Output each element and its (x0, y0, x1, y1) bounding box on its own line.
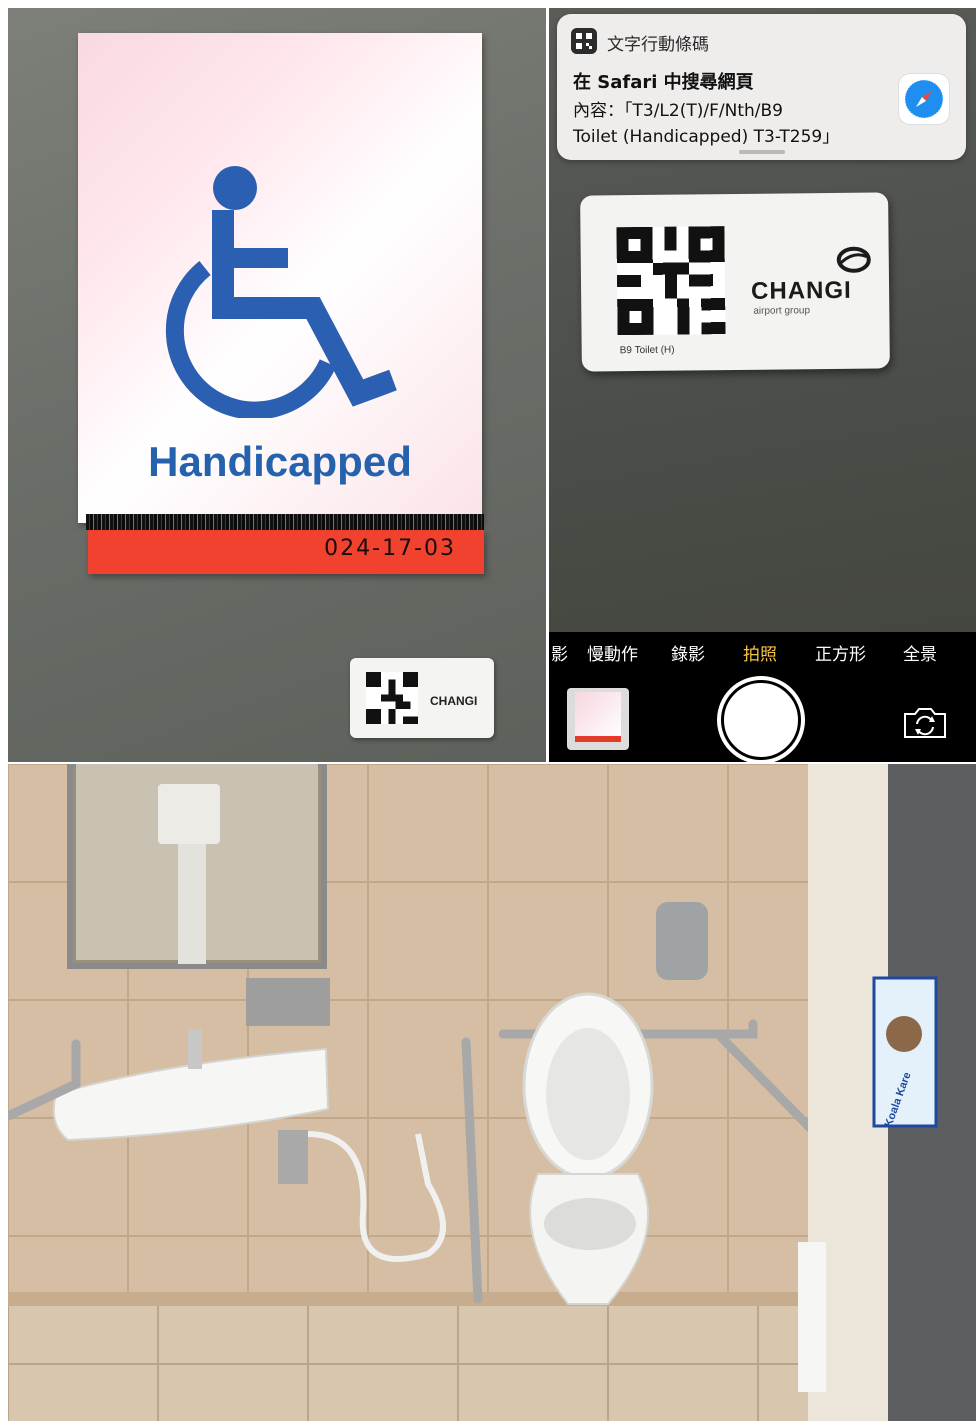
shutter-button[interactable] (717, 676, 805, 762)
label-brand: CHANGI (750, 276, 852, 305)
label-caption: B9 Toilet (H) (619, 344, 675, 357)
sign-black-strip (86, 514, 484, 530)
mode-video[interactable]: 錄影 (671, 640, 705, 665)
koala-kare-poster (872, 976, 938, 1128)
flip-camera-icon[interactable] (901, 704, 949, 740)
camera-mode-selector[interactable]: 影 慢動作 錄影 拍照 正方形 全景 (549, 640, 976, 668)
label-brand-sub: airport group (753, 305, 811, 317)
thumbnail-sign (575, 692, 621, 738)
tap-control-panel (246, 978, 330, 1026)
qr-code-icon (616, 226, 726, 336)
thumbnail-strip (575, 736, 621, 742)
changi-qr-label: CHANGI airport group B9 Toilet (H) (580, 192, 890, 372)
notification-body-line-2: Toilet (Handicapped) T3-T259」 (573, 127, 840, 147)
notification-body-line-1: 內容：「T3/L2(T)/F/Nth/B9 (573, 101, 783, 121)
mirror (67, 764, 327, 969)
mode-partial[interactable]: 影 (551, 640, 568, 665)
toilet-room-scene: Koala Kare (8, 764, 976, 1421)
dispenser (656, 902, 708, 980)
sign-photo-panel: Handicapped 024-17-03 CHANGI (8, 8, 546, 762)
toilet (522, 992, 654, 1305)
last-photo-thumbnail[interactable] (567, 688, 629, 750)
sign-code: 024-17-03 (324, 536, 456, 561)
notification-app-name: 文字行動條碼 (607, 35, 709, 55)
mode-pano[interactable]: 全景 (903, 640, 937, 665)
safari-icon (899, 74, 949, 124)
qr-app-icon (571, 28, 597, 54)
mode-slo-mo[interactable]: 慢動作 (587, 640, 638, 665)
notification-grabber (739, 150, 785, 154)
qr-notification-banner[interactable]: 文字行動條碼 在 Safari 中搜尋網頁 內容：「T3/L2(T)/F/Nth… (557, 14, 966, 160)
camera-screen-panel: 文字行動條碼 在 Safari 中搜尋網頁 內容：「T3/L2(T)/F/Nth… (549, 8, 976, 762)
toilet-paper (798, 1242, 826, 1392)
changi-logo-icon (836, 246, 871, 273)
mode-square[interactable]: 正方形 (815, 640, 866, 665)
mode-photo[interactable]: 拍照 (743, 640, 777, 665)
sign-label: Handicapped (148, 438, 412, 485)
sticker-brand: CHANGI (430, 694, 478, 708)
qr-code-icon (366, 672, 418, 724)
accessible-toilet-photo: Koala Kare (8, 764, 976, 1421)
notification-title: 在 Safari 中搜尋網頁 (573, 72, 754, 93)
qr-sticker: CHANGI (350, 658, 494, 738)
shutter-ring (721, 680, 801, 760)
camera-controls: 影 慢動作 錄影 拍照 正方形 全景 (549, 632, 976, 762)
wheelchair-icon (165, 166, 397, 418)
sign-code-strip: 024-17-03 (88, 530, 484, 574)
